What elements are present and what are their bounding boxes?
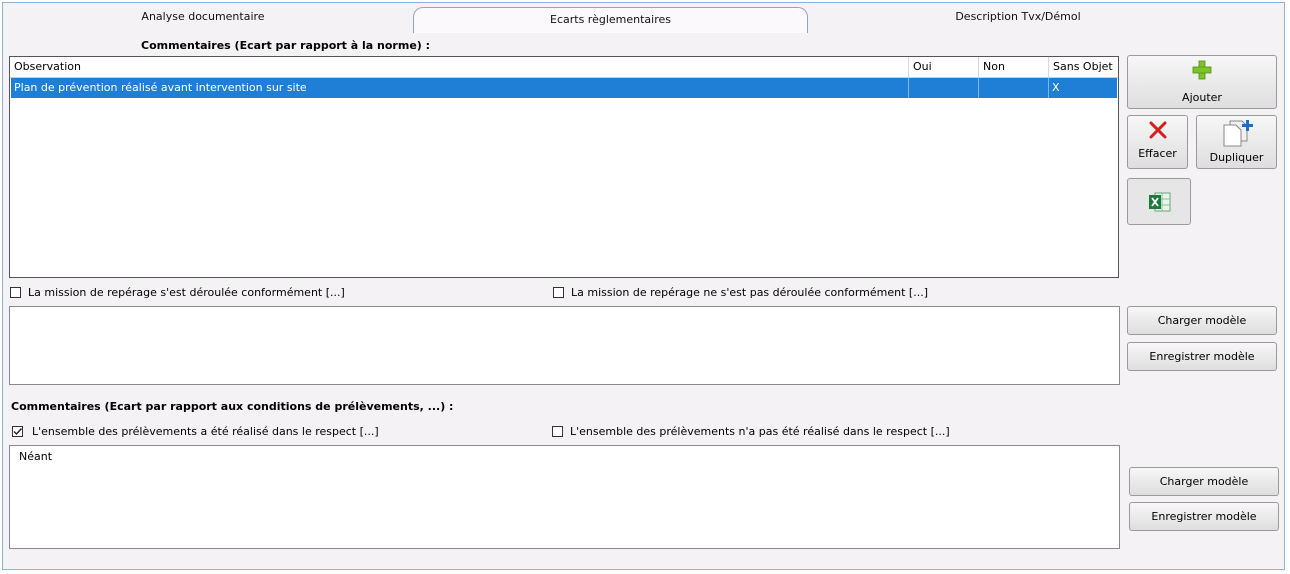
column-header-non[interactable]: Non [979, 57, 1049, 77]
mission-conforme-checkbox[interactable] [10, 287, 21, 298]
checkmark-icon [13, 428, 23, 436]
table-row[interactable]: Plan de prévention réalisé avant interve… [11, 78, 1117, 98]
mission-non-conforme-checkbox[interactable] [553, 287, 564, 298]
load-template-button-2[interactable]: Charger modèle [1129, 467, 1279, 496]
load-template-label-1: Charger modèle [1157, 314, 1247, 327]
prelevements-respect-option[interactable]: L'ensemble des prélèvements a été réalis… [12, 424, 532, 440]
main-panel: Analyse documentaire Ecarts règlementair… [2, 2, 1285, 570]
add-button-label: Ajouter [1182, 91, 1222, 104]
cell-oui[interactable] [909, 78, 979, 98]
duplicate-document-icon [1223, 120, 1253, 147]
mission-comment-textarea[interactable] [9, 306, 1120, 385]
grid-header: Observation Oui Non Sans Objet [10, 57, 1118, 78]
section-prelevements-title: Commentaires (Ecart par rapport aux cond… [11, 400, 454, 413]
prelevements-respect-label: L'ensemble des prélèvements a été réalis… [32, 425, 379, 438]
load-template-label-2: Charger modèle [1159, 475, 1249, 488]
cell-observation[interactable]: Plan de prévention réalisé avant interve… [11, 78, 909, 98]
column-header-oui[interactable]: Oui [909, 57, 979, 77]
delete-button[interactable]: Effacer [1127, 115, 1188, 169]
save-template-label-2: Enregistrer modèle [1151, 510, 1257, 523]
plus-icon [1192, 60, 1212, 80]
column-header-sans-objet[interactable]: Sans Objet [1049, 57, 1118, 77]
tab-ecarts-reglementaires[interactable]: Ecarts règlementaires [413, 7, 808, 33]
tab-description-tvx-demol[interactable]: Description Tvx/Démol [903, 3, 1133, 30]
save-template-button-1[interactable]: Enregistrer modèle [1127, 342, 1277, 371]
prelevements-non-respect-label: L'ensemble des prélèvements n'a pas été … [570, 425, 950, 438]
save-template-label-1: Enregistrer modèle [1149, 350, 1255, 363]
tab-analyse-documentaire[interactable]: Analyse documentaire [83, 3, 323, 30]
duplicate-button[interactable]: Dupliquer [1196, 115, 1277, 169]
observations-grid[interactable]: Observation Oui Non Sans Objet Plan de p… [9, 56, 1119, 278]
prelevements-non-respect-option[interactable]: L'ensemble des prélèvements n'a pas été … [552, 424, 1072, 440]
prelevements-respect-checkbox[interactable] [12, 426, 23, 437]
mission-non-conforme-option[interactable]: La mission de repérage ne s'est pas déro… [553, 285, 1073, 301]
excel-icon [1149, 192, 1171, 212]
column-header-observation[interactable]: Observation [10, 57, 909, 77]
add-button[interactable]: Ajouter [1127, 55, 1277, 109]
prelevements-non-respect-checkbox[interactable] [552, 426, 563, 437]
load-template-button-1[interactable]: Charger modèle [1127, 306, 1277, 335]
prelevements-comment-textarea[interactable]: Néant [9, 445, 1120, 549]
tab-strip: Analyse documentaire Ecarts règlementair… [3, 3, 1286, 33]
delete-x-icon [1149, 121, 1167, 139]
mission-non-conforme-label: La mission de repérage ne s'est pas déro… [571, 286, 928, 299]
export-excel-button[interactable] [1127, 178, 1191, 225]
section-norme-title: Commentaires (Ecart par rapport à la nor… [141, 39, 431, 52]
save-template-button-2[interactable]: Enregistrer modèle [1129, 502, 1279, 531]
duplicate-button-label: Dupliquer [1209, 151, 1264, 164]
cell-sans-objet[interactable]: X [1049, 78, 1117, 98]
cell-non[interactable] [979, 78, 1049, 98]
delete-button-label: Effacer [1138, 147, 1177, 160]
mission-conforme-label: La mission de repérage s'est déroulée co… [28, 286, 345, 299]
mission-conforme-option[interactable]: La mission de repérage s'est déroulée co… [10, 285, 530, 301]
